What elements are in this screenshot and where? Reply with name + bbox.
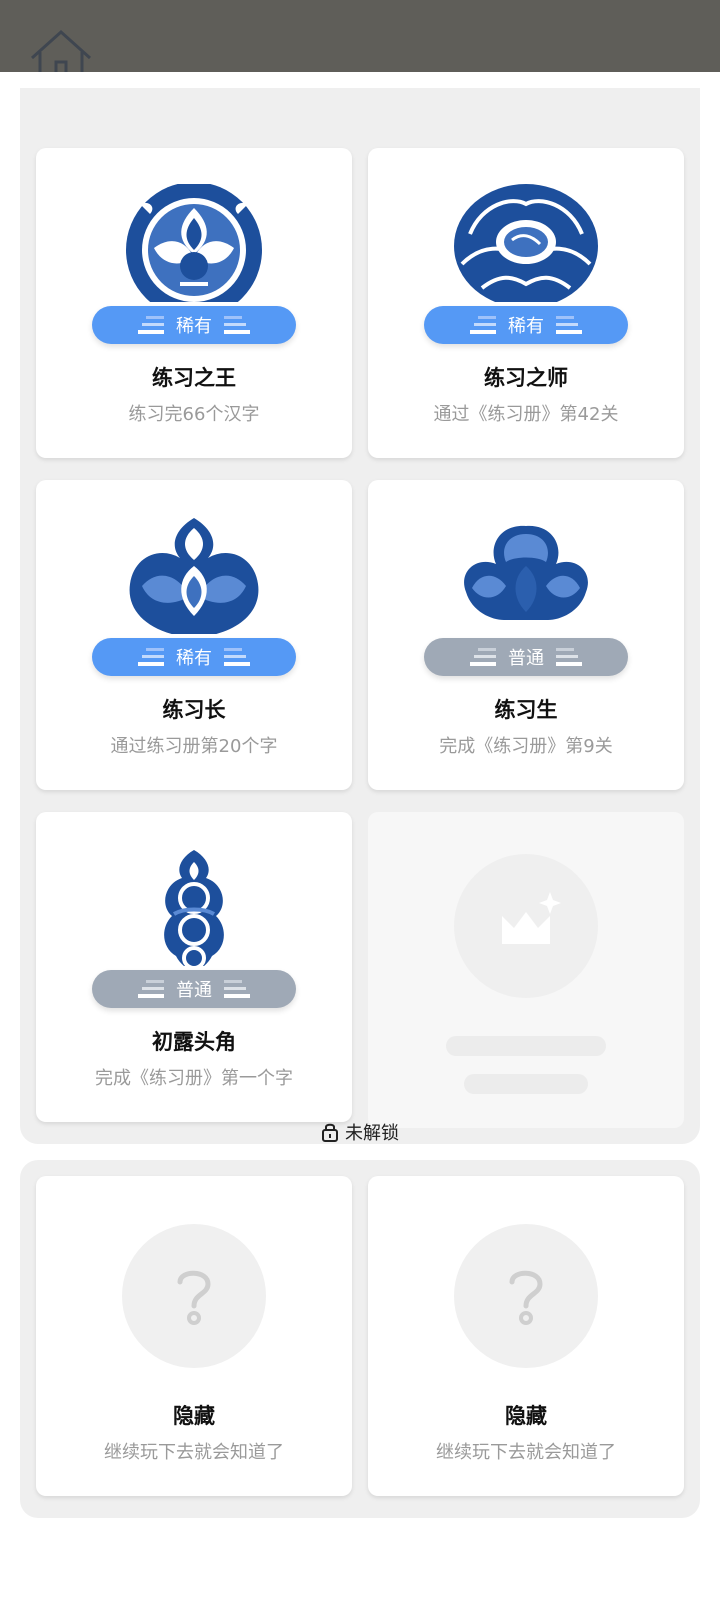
- lock-icon: [322, 1123, 338, 1142]
- decor-bars-icon: [138, 648, 164, 666]
- achievement-desc: 通过《练习册》第42关: [433, 404, 619, 425]
- achievement-title: 练习之师: [484, 366, 568, 390]
- rarity-label: 稀有: [508, 316, 544, 337]
- placeholder-line: [464, 1074, 588, 1094]
- decor-bars-icon: [224, 316, 250, 334]
- hidden-achievement-card[interactable]: 隐藏 继续玩下去就会知道了: [36, 1176, 352, 1496]
- peony-icon: [454, 184, 598, 302]
- rarity-badge: 普通: [424, 638, 628, 676]
- achievement-card[interactable]: 稀有 练习之师 通过《练习册》第42关: [368, 148, 684, 458]
- achievement-title: 隐藏: [173, 1404, 215, 1428]
- achievement-title: 初露头角: [152, 1030, 236, 1054]
- decor-bars-icon: [470, 316, 496, 334]
- achievement-desc: 继续玩下去就会知道了: [104, 1442, 284, 1463]
- hidden-image: [122, 1224, 266, 1368]
- achievement-card[interactable]: 普通 初露头角 完成《练习册》第一个字: [36, 812, 352, 1122]
- rarity-badge: 稀有: [92, 638, 296, 676]
- lotus-icon: [129, 518, 259, 634]
- decor-bars-icon: [138, 316, 164, 334]
- achievement-desc: 完成《练习册》第9关: [439, 736, 613, 757]
- decor-bars-icon: [556, 648, 582, 666]
- rarity-label: 普通: [176, 980, 212, 1001]
- decor-bars-icon: [470, 648, 496, 666]
- achievement-desc: 完成《练习册》第一个字: [95, 1068, 293, 1089]
- achievement-desc: 通过练习册第20个字: [110, 736, 278, 757]
- achievement-title: 练习生: [494, 698, 558, 722]
- question-mark-icon: [177, 1270, 211, 1325]
- ornament-icon: [164, 850, 224, 966]
- question-mark-icon: [509, 1270, 543, 1325]
- achievement-title: 练习长: [162, 698, 226, 722]
- achievement-card[interactable]: 稀有 练习长 通过练习册第20个字: [36, 480, 352, 790]
- placeholder-card: [368, 812, 684, 1128]
- home-icon[interactable]: [28, 28, 94, 74]
- rarity-badge: 稀有: [424, 306, 628, 344]
- decor-bars-icon: [224, 980, 250, 998]
- rarity-label: 稀有: [176, 316, 212, 337]
- achievement-card[interactable]: 稀有 练习之王 练习完66个汉字: [36, 148, 352, 458]
- achievement-desc: 继续玩下去就会知道了: [436, 1442, 616, 1463]
- decor-bars-icon: [138, 980, 164, 998]
- placeholder-image: [454, 854, 598, 998]
- locked-section-header: 未解锁: [0, 1116, 720, 1148]
- achievement-card[interactable]: 普通 练习生 完成《练习册》第9关: [368, 480, 684, 790]
- achievement-title: 隐藏: [505, 1404, 547, 1428]
- locked-section-label: 未解锁: [345, 1123, 399, 1144]
- rarity-badge: 稀有: [92, 306, 296, 344]
- hidden-achievement-card[interactable]: 隐藏 继续玩下去就会知道了: [368, 1176, 684, 1496]
- medallion-flower-icon: [126, 184, 262, 302]
- hidden-image: [454, 1224, 598, 1368]
- achievement-desc: 练习完66个汉字: [128, 404, 260, 425]
- rarity-badge: 普通: [92, 970, 296, 1008]
- rarity-label: 稀有: [176, 648, 212, 669]
- blossom-icon: [464, 525, 588, 620]
- rarity-label: 普通: [508, 648, 544, 669]
- achievement-title: 练习之王: [152, 366, 236, 390]
- decor-bars-icon: [556, 316, 582, 334]
- decor-bars-icon: [224, 648, 250, 666]
- top-bar: [0, 0, 720, 74]
- placeholder-line: [446, 1036, 606, 1056]
- image-placeholder-icon: [502, 892, 561, 944]
